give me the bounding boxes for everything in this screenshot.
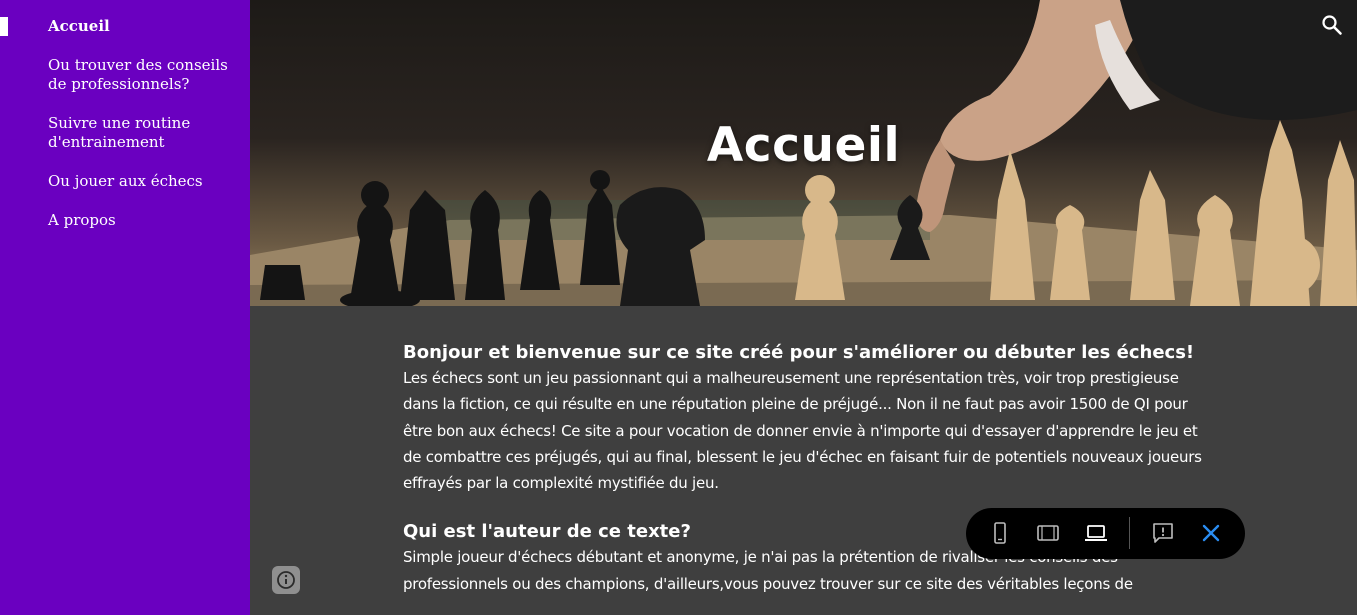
report-button[interactable] (1150, 520, 1176, 546)
sidebar-item-a-propos[interactable]: A propos (48, 211, 238, 230)
hero-banner: Accueil (250, 0, 1357, 306)
info-icon (277, 571, 295, 589)
welcome-heading: Bonjour et bienvenue sur ce site créé po… (403, 342, 1195, 363)
page-title: Accueil (706, 118, 901, 173)
sidebar-item-conseils-professionnels[interactable]: Ou trouver des conseils de professionnel… (48, 56, 238, 94)
sidebar-item-routine-entrainement[interactable]: Suivre une routine d'entrainement (48, 114, 238, 152)
phone-view-icon (994, 522, 1006, 544)
close-icon (1202, 524, 1220, 542)
sidebar-item-ou-jouer[interactable]: Ou jouer aux échecs (48, 172, 238, 191)
toolbar-divider (1129, 517, 1130, 549)
search-icon[interactable] (1321, 14, 1343, 36)
tablet-view-button[interactable] (1035, 520, 1061, 546)
preview-toolbar (966, 508, 1245, 559)
close-preview-button[interactable] (1198, 520, 1224, 546)
laptop-view-button[interactable] (1083, 520, 1109, 546)
active-indicator (0, 17, 8, 36)
welcome-paragraph: Les échecs sont un jeu passionnant qui a… (403, 369, 1202, 493)
sidebar: Accueil Ou trouver des conseils de profe… (0, 0, 250, 615)
report-icon (1153, 523, 1173, 543)
phone-view-button[interactable] (987, 520, 1013, 546)
laptop-view-icon (1085, 525, 1107, 541)
tablet-view-icon (1037, 525, 1059, 541)
info-button[interactable] (272, 566, 300, 594)
sidebar-item-accueil[interactable]: Accueil (48, 17, 238, 36)
